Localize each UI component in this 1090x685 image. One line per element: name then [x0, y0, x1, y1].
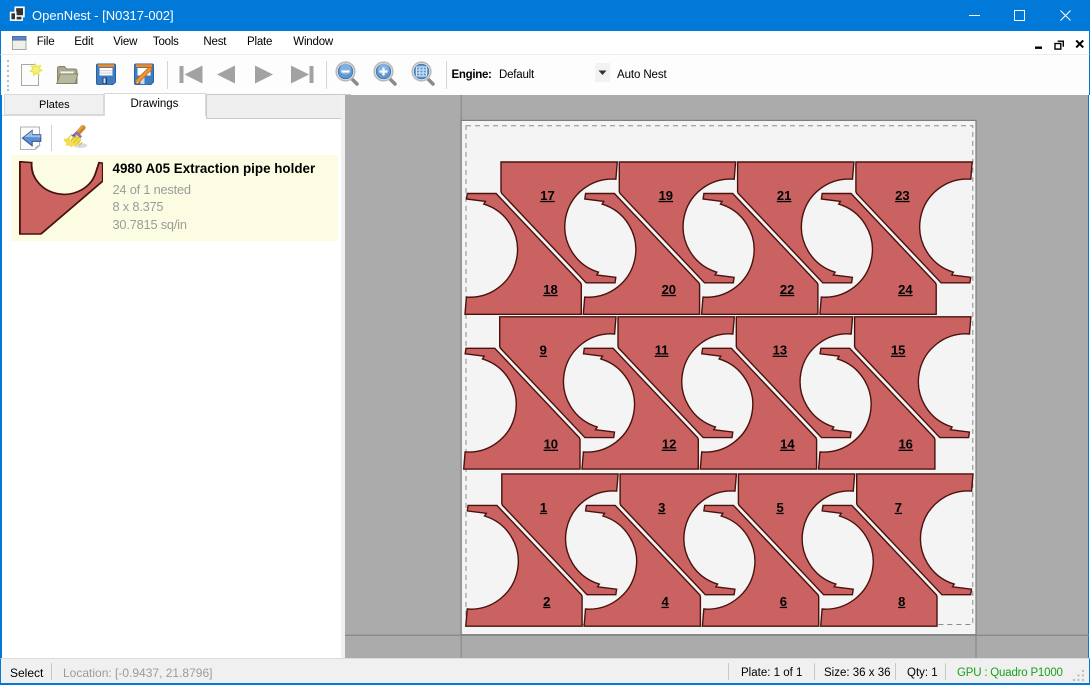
- svg-text:1: 1: [540, 500, 547, 515]
- svg-text:13: 13: [773, 343, 787, 358]
- svg-text:21: 21: [777, 188, 791, 203]
- svg-text:18: 18: [543, 282, 557, 297]
- svg-text:9: 9: [540, 343, 547, 358]
- svg-text:12: 12: [662, 437, 676, 452]
- svg-text:23: 23: [895, 188, 909, 203]
- svg-text:4: 4: [661, 594, 669, 609]
- svg-text:8: 8: [898, 594, 905, 609]
- svg-text:15: 15: [891, 343, 905, 358]
- svg-text:10: 10: [544, 437, 558, 452]
- svg-text:2: 2: [543, 594, 550, 609]
- svg-text:11: 11: [655, 343, 669, 358]
- svg-text:7: 7: [895, 500, 902, 515]
- svg-text:22: 22: [780, 282, 794, 297]
- svg-text:19: 19: [659, 188, 673, 203]
- svg-text:3: 3: [658, 500, 665, 515]
- svg-text:20: 20: [662, 282, 676, 297]
- svg-text:24: 24: [898, 282, 913, 297]
- svg-text:6: 6: [780, 594, 787, 609]
- svg-text:17: 17: [540, 188, 554, 203]
- svg-text:5: 5: [776, 500, 783, 515]
- svg-text:14: 14: [780, 437, 795, 452]
- svg-text:16: 16: [898, 437, 912, 452]
